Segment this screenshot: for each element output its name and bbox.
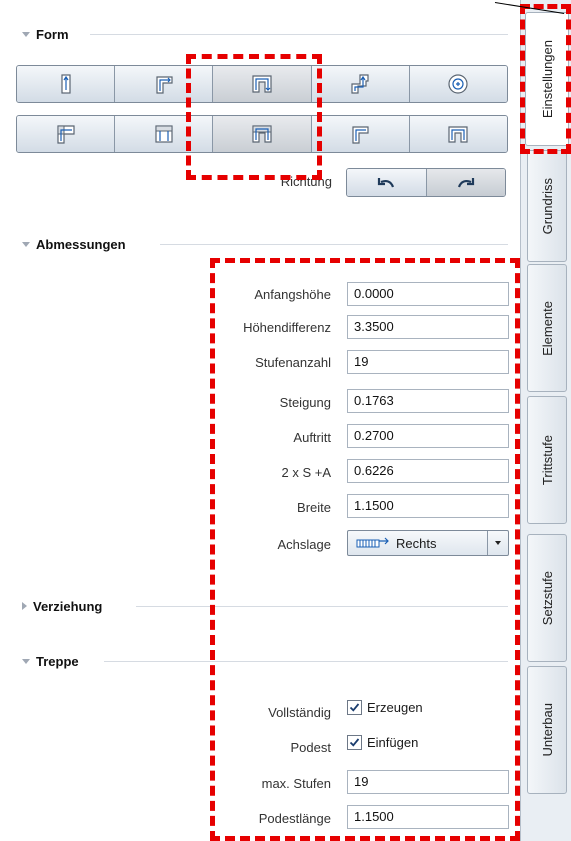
vollstaendig-checkbox-row[interactable]: Erzeugen — [347, 700, 423, 715]
tab-trittstufe[interactable]: Trittstufe — [527, 396, 567, 524]
anfangshoehe-field[interactable]: 0.0000 — [347, 282, 509, 306]
section-rule — [160, 244, 508, 245]
redo-arrow-icon — [457, 177, 474, 187]
section-verziehung-rule-wrap — [136, 597, 508, 615]
richtung-toggle — [346, 168, 506, 197]
section-form-label: Form — [36, 26, 69, 42]
expand-triangle-icon — [22, 602, 27, 610]
achslage-selected: Rechts — [348, 531, 487, 555]
vollstaendig-check-label: Erzeugen — [367, 700, 423, 715]
checkmark-icon — [349, 703, 360, 712]
tab-einstellungen-label: Einstellungen — [539, 39, 555, 119]
schrittmass-label: 2 x S +A — [281, 465, 332, 480]
tab-unterbau[interactable]: Unterbau — [527, 666, 567, 794]
checkmark-icon — [349, 738, 360, 747]
richtung-label: Richtung — [280, 174, 332, 189]
u-stair-icon — [252, 75, 272, 93]
section-abmessungen-header[interactable]: Abmessungen — [22, 235, 126, 253]
vollstaendig-label: Vollständig — [268, 705, 331, 720]
breite-field[interactable]: 1.1500 — [347, 494, 509, 518]
l-stair-alt-icon — [352, 126, 369, 144]
richtung-right-button[interactable] — [426, 169, 505, 196]
winder-stair-icon — [351, 74, 369, 94]
form-button-row-2 — [16, 115, 508, 153]
vollstaendig-checkbox[interactable] — [347, 700, 362, 715]
form-btn-l-stair[interactable] — [115, 66, 214, 102]
achslage-value: Rechts — [396, 535, 437, 551]
l-stair-landing-icon — [56, 125, 75, 144]
tab-setzstufe[interactable]: Setzstufe — [527, 534, 567, 662]
form-btn-winder[interactable] — [311, 66, 410, 102]
form-btn-u-stair[interactable] — [213, 66, 312, 102]
richtung-left-button[interactable] — [347, 169, 427, 196]
max-stufen-field[interactable]: 19 — [347, 770, 509, 794]
podestlaenge-field[interactable]: 1.1500 — [347, 805, 509, 829]
section-form-rule-wrap — [90, 25, 508, 43]
achslage-dropdown[interactable]: Rechts — [347, 530, 509, 556]
l-stair-icon — [156, 76, 173, 94]
podestlaenge-label: Podestlänge — [258, 811, 331, 826]
form-button-row-1 — [16, 65, 508, 103]
achslage-label: Achslage — [277, 537, 331, 552]
auftritt-field[interactable]: 0.2700 — [347, 424, 509, 448]
schrittmass-field[interactable]: 0.6226 — [347, 459, 509, 483]
stufenanzahl-field[interactable]: 19 — [347, 350, 509, 374]
max-stufen-label: max. Stufen — [261, 776, 331, 791]
breite-label: Breite — [297, 500, 331, 515]
hoehendifferenz-field[interactable]: 3.3500 — [347, 315, 509, 339]
section-verziehung-header[interactable]: Verziehung — [22, 597, 102, 615]
settings-panel: Form Richtung Abmessungen Anfangshöhe 0.… — [0, 0, 520, 841]
podest-label: Podest — [290, 740, 331, 755]
tab-trittstufe-label: Trittstufe — [539, 434, 555, 486]
section-rule — [90, 34, 508, 35]
hoehendifferenz-label: Höhendifferenz — [243, 320, 331, 335]
tab-einstellungen[interactable]: Einstellungen — [525, 12, 569, 146]
form-btn-l-alt[interactable] — [311, 116, 410, 152]
tab-grundriss[interactable]: Grundriss — [527, 150, 567, 262]
undo-arrow-icon — [378, 177, 395, 187]
steigung-label: Steigung — [279, 395, 331, 410]
form-btn-double[interactable] — [115, 116, 214, 152]
form-btn-straight[interactable] — [17, 66, 116, 102]
form-btn-spiral[interactable] — [409, 66, 507, 102]
tab-elemente-label: Elemente — [539, 300, 555, 356]
form-btn-u-landing[interactable] — [213, 116, 312, 152]
form-btn-u-alt[interactable] — [409, 116, 507, 152]
section-rule — [136, 606, 508, 607]
double-stair-icon — [155, 125, 173, 143]
section-verziehung-label: Verziehung — [33, 598, 103, 614]
chevron-down-icon[interactable] — [487, 531, 508, 555]
straight-stair-icon — [60, 74, 71, 94]
section-treppe-label: Treppe — [36, 653, 79, 669]
section-treppe-header[interactable]: Treppe — [22, 652, 79, 670]
anfangshoehe-label: Anfangshöhe — [254, 287, 331, 302]
u-stair-alt-icon — [448, 126, 469, 143]
podest-checkbox[interactable] — [347, 735, 362, 750]
podest-check-label: Einfügen — [367, 735, 419, 750]
axis-right-icon — [356, 537, 389, 548]
collapse-triangle-icon — [22, 658, 30, 664]
form-btn-l-landing[interactable] — [17, 116, 116, 152]
collapse-triangle-icon — [22, 241, 30, 247]
section-rule — [104, 661, 508, 662]
tab-unterbau-label: Unterbau — [539, 703, 555, 757]
tab-elemente[interactable]: Elemente — [527, 264, 567, 392]
spiral-stair-icon — [448, 74, 469, 94]
section-treppe-rule-wrap — [104, 652, 508, 670]
section-abmessungen-rule-wrap — [160, 235, 508, 253]
auftritt-label: Auftritt — [293, 430, 331, 445]
stufenanzahl-label: Stufenanzahl — [255, 355, 331, 370]
vertical-tab-strip: Einstellungen Grundriss Elemente Trittst… — [520, 0, 571, 841]
section-abmessungen-label: Abmessungen — [36, 236, 126, 252]
tab-grundriss-label: Grundriss — [539, 177, 555, 235]
steigung-field[interactable]: 0.1763 — [347, 389, 509, 413]
section-form-header[interactable]: Form — [22, 25, 69, 43]
tab-setzstufe-label: Setzstufe — [539, 570, 555, 626]
podest-checkbox-row[interactable]: Einfügen — [347, 735, 418, 750]
collapse-triangle-icon — [22, 31, 30, 37]
u-stair-landing-icon — [252, 125, 272, 143]
